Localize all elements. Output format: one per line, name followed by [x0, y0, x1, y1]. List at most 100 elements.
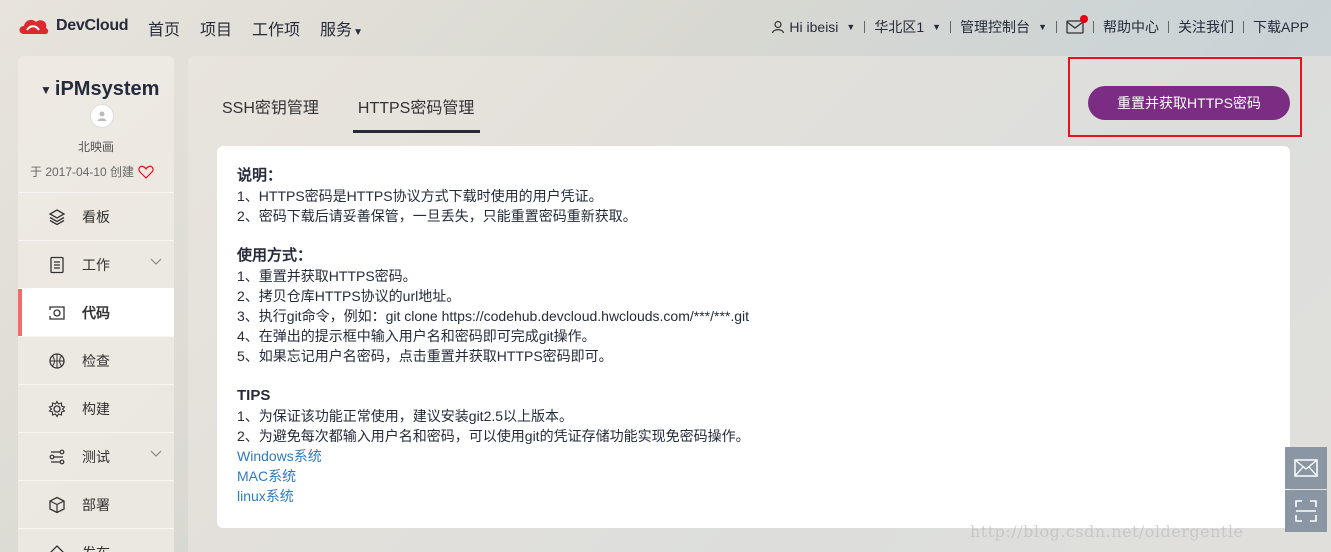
divider — [1055, 21, 1057, 33]
sidebar-item-release[interactable]: 发布 — [18, 528, 174, 552]
caret-down-icon: ▼ — [932, 22, 942, 32]
watermark: http://blog.csdn.net/oldergentle — [970, 522, 1244, 541]
intro-heading: 说明： — [237, 167, 283, 184]
devcloud-logo[interactable]: DevCloud — [16, 14, 129, 38]
created-date: 于 2017-04-10 创建 — [30, 165, 135, 179]
sidebar-item-label: 工作 — [82, 256, 110, 273]
console-label: 管理控制台 — [960, 19, 1031, 35]
caret-down-icon: ▼ — [1038, 22, 1047, 32]
sidebar-item-build[interactable]: 构建 — [18, 384, 174, 432]
project-sidebar: ▼ iPMsystem 北映画 于 2017-04-10 创建 看板 工作 代码… — [18, 56, 174, 552]
region-selector[interactable]: 华北区1 ▼ — [874, 17, 941, 37]
caret-down-icon: ▼ — [846, 22, 856, 32]
main-panel: SSH密钥管理 HTTPS密码管理 重置并获取HTTPS密码 说明： 1、HTT… — [188, 56, 1331, 552]
test-icon — [48, 448, 66, 466]
notification-dot — [1079, 15, 1088, 23]
sidebar-item-board[interactable]: 看板 — [18, 192, 174, 240]
info-card: 说明： 1、HTTPS密码是HTTPS协议方式下载时使用的用户凭证。 2、密码下… — [217, 146, 1290, 528]
reset-https-password-button[interactable]: 重置并获取HTTPS密码 — [1088, 86, 1290, 120]
sidebar-item-label: 检查 — [82, 352, 110, 369]
sidebar-item-test[interactable]: 测试 — [18, 432, 174, 480]
messages-button[interactable] — [1066, 15, 1088, 34]
deploy-icon — [48, 496, 66, 514]
heart-icon[interactable] — [138, 165, 154, 179]
linux-guide-link[interactable]: linux系统 — [237, 486, 1270, 506]
caret-down-icon: ▼ — [353, 27, 363, 38]
console-menu[interactable]: 管理控制台 ▼ — [960, 17, 1047, 37]
download-label: 下载APP — [1252, 19, 1309, 35]
region-label: 华北区1 — [874, 19, 925, 35]
divider — [1167, 21, 1169, 33]
inspect-icon — [48, 352, 66, 370]
tips-line: 2、为避免每次都输入用户名和密码，可以使用git的凭证存储功能实现免密码操作。 — [237, 428, 750, 444]
sidebar-item-label: 测试 — [82, 448, 110, 465]
sidebar-item-inspect[interactable]: 检查 — [18, 336, 174, 384]
nav-home[interactable]: 首页 — [148, 16, 180, 40]
layers-icon — [48, 208, 66, 226]
sidebar-item-label: 看板 — [82, 208, 110, 225]
nav-services[interactable]: 服务▼ — [320, 16, 363, 40]
caret-down-icon: ▼ — [40, 82, 52, 97]
download-app-link[interactable]: 下载APP — [1253, 17, 1309, 37]
sidebar-item-label: 构建 — [82, 400, 110, 417]
follow-label: 关注我们 — [1177, 19, 1234, 35]
help-label: 帮助中心 — [1102, 19, 1159, 35]
tab-https-password[interactable]: HTTPS密码管理 — [352, 94, 481, 133]
user-nav: Hi ibeisi ▼ 华北区1 ▼ 管理控制台 ▼ 帮助中心 关注我们 下载APP — [771, 15, 1309, 37]
intro-line: 1、HTTPS密码是HTTPS协议方式下载时使用的用户凭证。 — [237, 188, 603, 204]
divider — [864, 21, 866, 33]
sidebar-menu: 看板 工作 代码 检查 构建 测试 部署 发布 — [18, 192, 174, 552]
help-center-link[interactable]: 帮助中心 — [1103, 17, 1159, 37]
windows-guide-link[interactable]: Windows系统 — [237, 446, 1270, 466]
scan-icon — [1295, 500, 1317, 522]
project-switcher[interactable]: ▼ iPMsystem — [40, 78, 159, 101]
sidebar-item-work[interactable]: 工作 — [18, 240, 174, 288]
avatar — [90, 104, 114, 128]
sidebar-item-label: 代码 — [82, 304, 110, 321]
cloud-logo-icon — [19, 19, 49, 35]
usage-line: 5、如果忘记用户名密码，点击重置并获取HTTPS密码即可。 — [237, 348, 613, 364]
intro-line: 2、密码下载后请妥善保管，一旦丢失，只能重置密码重新获取。 — [237, 208, 637, 224]
tab-bar: SSH密钥管理 HTTPS密码管理 — [222, 94, 481, 133]
tips-heading: TIPS — [237, 387, 271, 404]
sidebar-item-deploy[interactable]: 部署 — [18, 480, 174, 528]
nav-projects[interactable]: 项目 — [200, 16, 232, 40]
usage-line: 3、执行git命令，例如：git clone https://codehub.d… — [237, 308, 750, 324]
divider — [1092, 21, 1094, 33]
usage-heading: 使用方式： — [237, 247, 313, 264]
release-icon — [48, 544, 66, 552]
mail-icon — [1066, 15, 1088, 34]
top-bar: DevCloud 首页 项目 工作项 服务▼ Hi ibeisi ▼ 华北区1 ▼ … — [0, 0, 1331, 52]
follow-us-link[interactable]: 关注我们 — [1178, 17, 1234, 37]
nav-services-label: 服务 — [320, 22, 353, 39]
project-owner: 北映画 — [77, 140, 114, 154]
project-name: iPMsystem — [54, 78, 160, 100]
usage-line: 1、重置并获取HTTPS密码。 — [237, 268, 417, 284]
chevron-down-icon — [150, 258, 162, 265]
sidebar-item-label: 发布 — [82, 543, 110, 552]
feedback-button[interactable] — [1285, 447, 1327, 489]
user-menu[interactable]: Hi ibeisi ▼ — [771, 19, 855, 35]
chevron-down-icon — [150, 450, 162, 457]
user-greeting: Hi ibeisi — [789, 19, 839, 35]
sidebar-item-code[interactable]: 代码 — [18, 288, 174, 336]
logo-text: DevCloud — [56, 17, 129, 34]
tab-ssh-keys[interactable]: SSH密钥管理 — [222, 94, 325, 133]
sidebar-item-label: 部署 — [82, 496, 110, 513]
nav-workitems[interactable]: 工作项 — [252, 16, 300, 40]
tips-line: 1、为保证该功能正常使用，建议安装git2.5以上版本。 — [237, 408, 574, 424]
mail-icon — [1294, 459, 1318, 477]
code-icon — [48, 304, 66, 322]
user-icon — [772, 20, 785, 34]
list-icon — [48, 256, 66, 274]
scan-button[interactable] — [1285, 490, 1327, 532]
mac-guide-link[interactable]: MAC系统 — [237, 466, 1270, 486]
divider — [950, 21, 952, 33]
project-created: 于 2017-04-10 创建 — [30, 163, 154, 180]
main-nav: 首页 项目 工作项 服务▼ — [148, 16, 363, 40]
usage-line: 4、在弹出的提示框中输入用户名和密码即可完成git操作。 — [237, 328, 596, 344]
usage-line: 2、拷贝仓库HTTPS协议的url地址。 — [237, 288, 461, 304]
divider — [1242, 21, 1244, 33]
